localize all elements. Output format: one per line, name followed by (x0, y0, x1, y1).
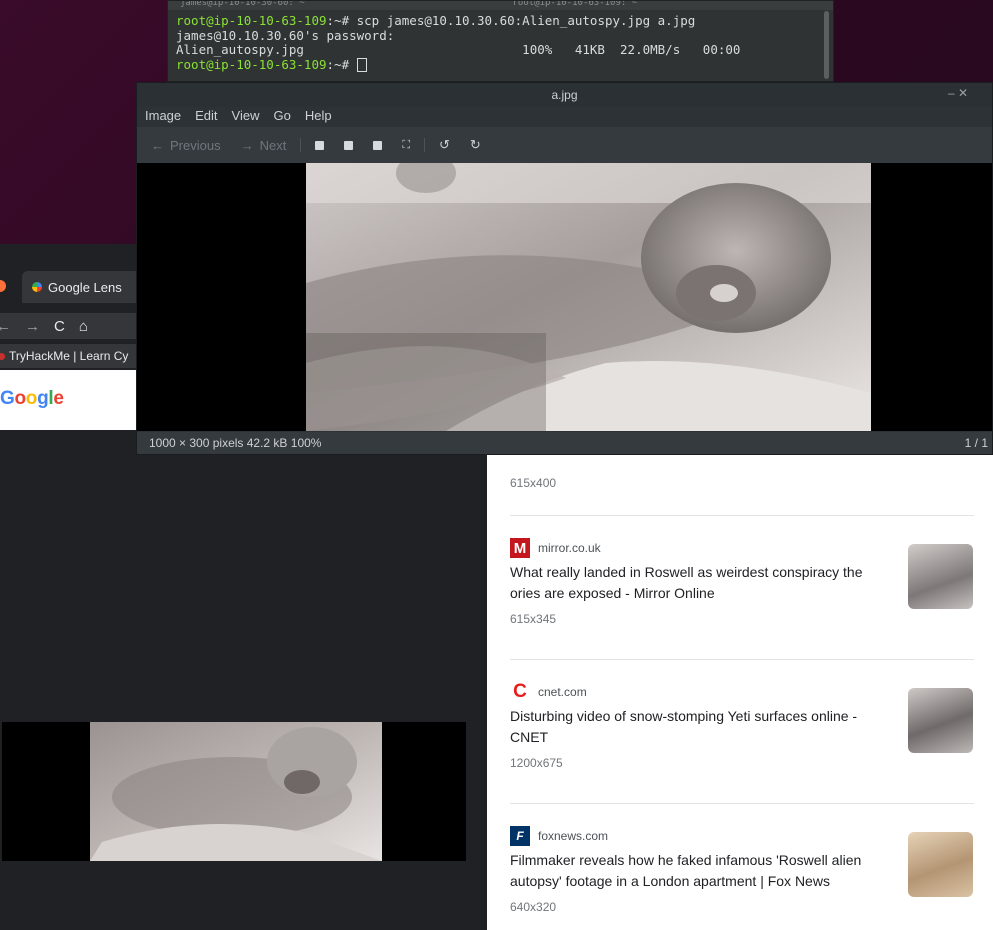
result-title[interactable]: Disturbing video of snow-stomping Yeti s… (510, 706, 895, 748)
fit-to-window-icon[interactable]: ⛶ (402, 139, 410, 152)
toolbar-separator (300, 138, 302, 152)
menu-help[interactable]: Help (305, 108, 332, 123)
window-controls[interactable]: – ✕ (948, 86, 968, 100)
menu-go[interactable]: Go (274, 108, 291, 123)
alien-photo-thumbnail (90, 722, 382, 861)
alien-photo (306, 163, 871, 431)
terminal-line: james@10.10.30.60's password: (176, 27, 395, 43)
terminal-line: Alien_autospy.jpg 100% 41KB 22.0MB/s 00:… (176, 42, 741, 57)
result-thumbnail[interactable] (908, 688, 973, 753)
viewer-titlebar[interactable]: a.jpg – ✕ (137, 83, 992, 107)
google-lens-icon (32, 282, 42, 292)
rotate-right-icon[interactable]: ↻ (470, 137, 481, 153)
previous-button[interactable]: ← Previous (151, 138, 221, 153)
google-logo-letter: e (53, 388, 64, 409)
bookmark-tryhackme[interactable]: TryHackMe | Learn Cy (9, 349, 128, 363)
result-item-cnet[interactable]: C cnet.com Disturbing video of snow-stom… (510, 681, 975, 770)
arrow-right-icon: → (240, 137, 254, 153)
google-logo-letter: o (14, 388, 26, 409)
viewer-canvas[interactable] (137, 163, 992, 431)
reload-icon[interactable]: C (54, 318, 65, 335)
zoom-normal-icon[interactable] (373, 138, 383, 153)
browser-nav-bar: ← → C ⌂ (0, 313, 140, 339)
forward-arrow-icon[interactable]: → (25, 318, 40, 335)
cnet-favicon: C (510, 681, 530, 702)
result-first-size: 615x400 (510, 476, 975, 490)
result-source: C cnet.com (510, 681, 975, 702)
result-size: 640x320 (510, 900, 557, 914)
toolbar-separator (424, 138, 426, 152)
result-size: 1200x675 (510, 756, 563, 770)
home-icon[interactable]: ⌂ (79, 318, 88, 335)
firefox-tab-icon[interactable] (0, 280, 6, 292)
previous-label: Previous (170, 137, 221, 153)
result-divider (510, 803, 974, 804)
result-thumbnail[interactable] (908, 832, 973, 897)
viewer-toolbar: ← Previous → Next ⛶ ↺ ↻ (137, 127, 992, 163)
lens-source-image[interactable] (2, 722, 466, 861)
terminal-window[interactable]: james@ip-10-10-30-60: ~ root@ip-10-10-63… (167, 0, 834, 82)
result-source-label: foxnews.com (538, 829, 609, 843)
next-label: Next (259, 137, 287, 153)
image-index: 1 / 1 (964, 436, 988, 450)
tryhackme-favicon (0, 352, 5, 360)
zoom-in-icon[interactable] (315, 138, 325, 153)
arrow-left-icon: ← (151, 137, 164, 153)
image-viewer-window[interactable]: a.jpg – ✕ Image Edit View Go Help ← Prev… (136, 82, 993, 455)
google-logo[interactable]: Google (0, 388, 64, 410)
browser-tab-row: Google Lens (0, 271, 140, 303)
result-item-mirror[interactable]: M mirror.co.uk What really landed in Ros… (510, 538, 975, 626)
result-title[interactable]: Filmmaker reveals how he faked infamous … (510, 850, 895, 892)
google-logo-letter: o (25, 388, 38, 409)
next-button[interactable]: → Next (241, 138, 287, 153)
terminal-tab-bar: james@ip-10-10-30-60: ~ root@ip-10-10-63… (168, 1, 833, 10)
foxnews-favicon: F (510, 826, 530, 846)
terminal-output[interactable]: root@ip-10-10-63-109:~# scp james@10.10.… (168, 10, 833, 76)
browser-tab-label: Google Lens (48, 279, 122, 295)
zoom-out-icon[interactable] (344, 138, 354, 153)
terminal-tab-1[interactable]: james@ip-10-10-30-60: ~ (168, 1, 501, 10)
terminal-prompt: root@ip-10-10-63-109 (176, 13, 327, 28)
bookmarks-bar: TryHackMe | Learn Cy (0, 344, 140, 368)
back-arrow-icon[interactable]: ← (0, 318, 11, 335)
terminal-tab-2[interactable]: root@ip-10-10-63-109: ~ (501, 1, 834, 10)
result-source: M mirror.co.uk (510, 538, 975, 558)
viewer-menubar: Image Edit View Go Help (145, 108, 332, 123)
result-source-label: cnet.com (538, 685, 587, 699)
result-title[interactable]: What really landed in Roswell as weirdes… (510, 562, 895, 604)
terminal-scrollbar[interactable] (824, 11, 829, 79)
terminal-command: :~# (326, 56, 357, 72)
alien-autopsy-image (306, 163, 871, 431)
result-divider (510, 515, 974, 516)
terminal-command: :~# scp james@10.10.30.60:Alien_autospy.… (326, 13, 696, 28)
image-info: 1000 × 300 pixels 42.2 kB 100% (149, 436, 322, 450)
terminal-cursor (356, 57, 367, 72)
result-size: 615x400 (510, 476, 557, 490)
result-source-label: mirror.co.uk (538, 541, 601, 555)
menu-edit[interactable]: Edit (195, 108, 217, 123)
mirror-favicon: M (510, 538, 530, 558)
result-item-foxnews[interactable]: F foxnews.com Filmmaker reveals how he f… (510, 826, 975, 914)
result-divider (510, 659, 974, 660)
google-logo-letter: G (0, 388, 15, 409)
result-source: F foxnews.com (510, 826, 975, 846)
result-thumbnail[interactable] (908, 544, 973, 609)
menu-view[interactable]: View (232, 108, 260, 123)
rotate-left-icon[interactable]: ↺ (439, 137, 450, 153)
result-size: 615x345 (510, 612, 557, 626)
menu-image[interactable]: Image (145, 108, 181, 123)
viewer-statusbar: 1000 × 300 pixels 42.2 kB 100% 1 / 1 (137, 432, 992, 454)
google-logo-letter: g (37, 388, 49, 409)
viewer-title: a.jpg (551, 88, 578, 102)
browser-tab-google-lens[interactable]: Google Lens (22, 271, 140, 303)
terminal-prompt: root@ip-10-10-63-109 (176, 56, 327, 72)
